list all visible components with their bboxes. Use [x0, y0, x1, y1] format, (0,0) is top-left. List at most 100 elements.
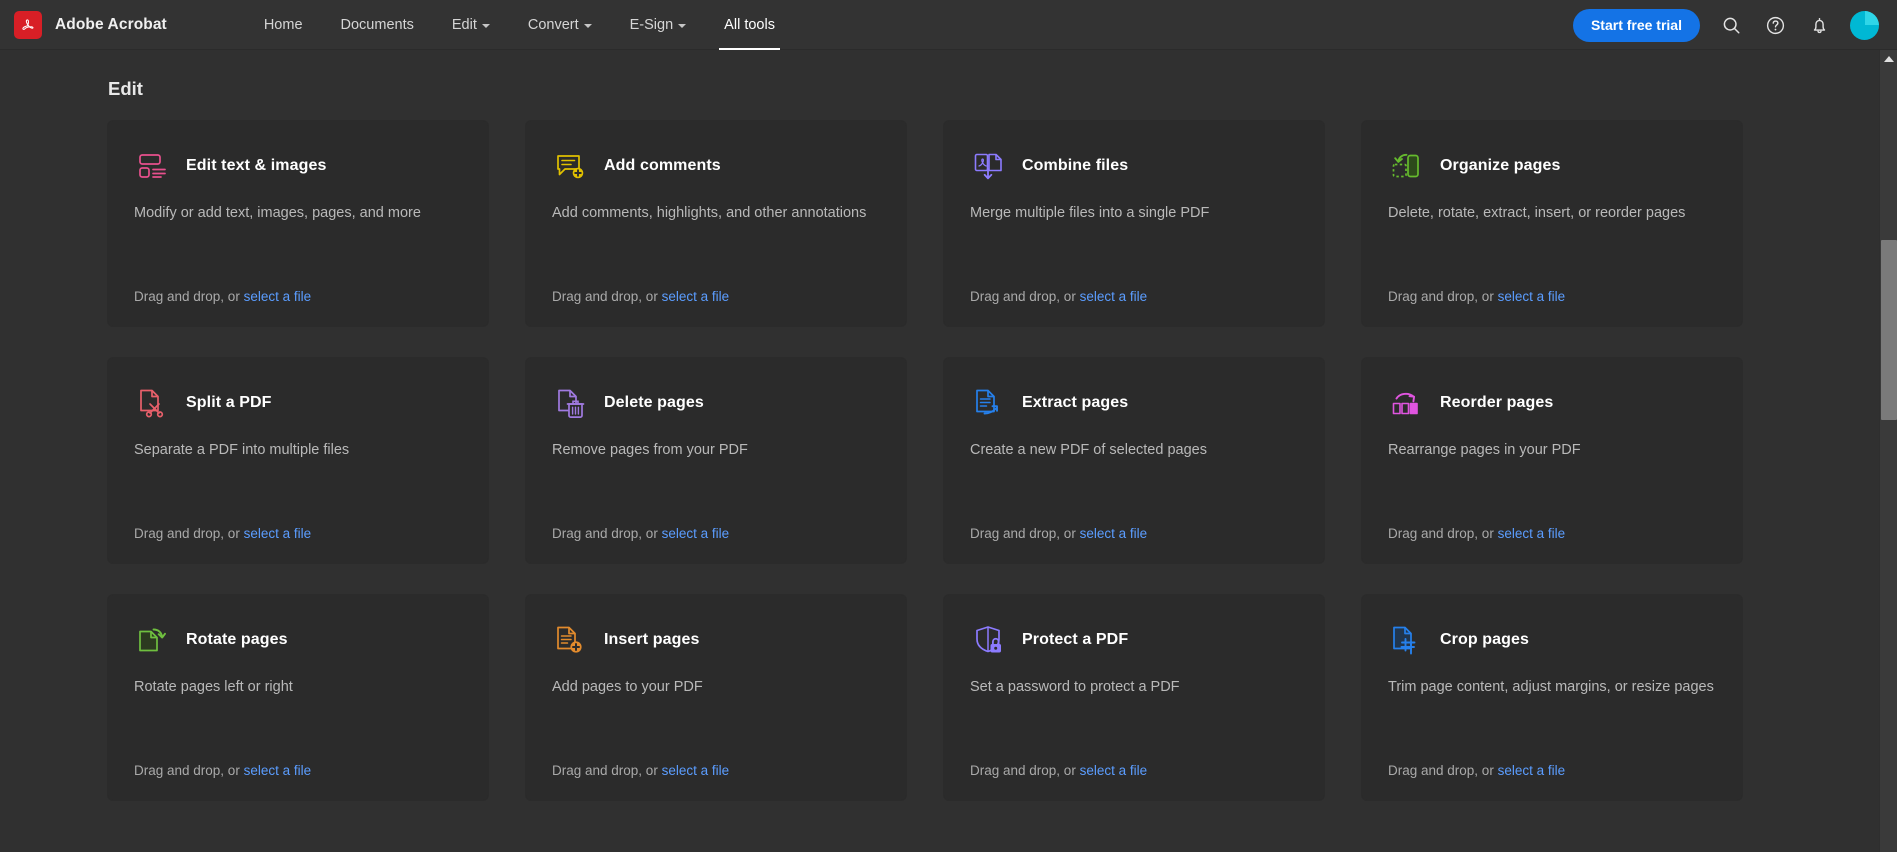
nav-tab-esign[interactable]: E-Sign	[611, 0, 706, 50]
brand-name: Adobe Acrobat	[55, 15, 167, 33]
card-description: Rearrange pages in your PDF	[1388, 442, 1581, 458]
select-a-file-link[interactable]: select a file	[662, 763, 730, 778]
insert-pages-icon	[552, 621, 590, 659]
tool-card-organize-pages[interactable]: Organize pages Delete, rotate, extract, …	[1361, 120, 1743, 327]
card-dropzone-text: Drag and drop, or select a file	[134, 289, 462, 304]
drop-prefix: Drag and drop, or	[1388, 763, 1498, 778]
card-title: Delete pages	[604, 394, 704, 411]
card-description: Rotate pages left or right	[134, 679, 293, 695]
card-title: Insert pages	[604, 631, 700, 648]
delete-pages-icon	[552, 384, 590, 422]
card-description: Add pages to your PDF	[552, 679, 703, 695]
tool-card-edit-text-images[interactable]: Edit text & images Modify or add text, i…	[107, 120, 489, 327]
select-a-file-link[interactable]: select a file	[662, 526, 730, 541]
select-a-file-link[interactable]: select a file	[662, 289, 730, 304]
select-a-file-link[interactable]: select a file	[1498, 526, 1566, 541]
nav-tab-all-tools-label: All tools	[724, 16, 775, 33]
drop-prefix: Drag and drop, or	[1388, 526, 1498, 541]
user-avatar[interactable]	[1850, 10, 1879, 40]
card-title: Combine files	[1022, 157, 1129, 174]
nav-tab-esign-label: E-Sign	[629, 16, 674, 33]
tool-card-delete-pages[interactable]: Delete pages Remove pages from your PDF …	[525, 357, 907, 564]
top-bar-actions: Start free trial	[1572, 0, 1879, 50]
select-a-file-link[interactable]: select a file	[1080, 289, 1148, 304]
select-a-file-link[interactable]: select a file	[1080, 526, 1148, 541]
drop-prefix: Drag and drop, or	[552, 289, 662, 304]
drop-prefix: Drag and drop, or	[134, 763, 244, 778]
drop-prefix: Drag and drop, or	[970, 526, 1080, 541]
adobe-acrobat-logo-icon	[14, 10, 42, 39]
nav-tab-convert-label: Convert	[527, 16, 579, 33]
tool-card-reorder-pages[interactable]: Reorder pages Rearrange pages in your PD…	[1361, 357, 1743, 564]
drop-prefix: Drag and drop, or	[1388, 289, 1498, 304]
split-pdf-icon	[134, 384, 172, 422]
scrollbar-thumb[interactable]	[1881, 240, 1897, 420]
search-icon[interactable]	[1718, 12, 1744, 38]
card-title: Reorder pages	[1440, 394, 1554, 411]
tool-card-combine-files[interactable]: Combine files Merge multiple files into …	[943, 120, 1325, 327]
drop-prefix: Drag and drop, or	[970, 289, 1080, 304]
card-title: Split a PDF	[186, 394, 272, 411]
tool-card-protect-a-pdf[interactable]: Protect a PDF Set a password to protect …	[943, 594, 1325, 801]
card-header: Rotate pages	[134, 621, 462, 659]
select-a-file-link[interactable]: select a file	[244, 526, 312, 541]
crop-pages-icon	[1388, 621, 1426, 659]
card-header: Combine files	[970, 147, 1298, 185]
drop-prefix: Drag and drop, or	[970, 763, 1080, 778]
card-title: Protect a PDF	[1022, 631, 1129, 648]
card-dropzone-text: Drag and drop, or select a file	[1388, 289, 1716, 304]
organize-pages-icon	[1388, 147, 1426, 185]
main-nav-tabs: Home Documents Edit Convert E-Sign All t…	[245, 0, 794, 50]
vertical-scrollbar[interactable]	[1879, 50, 1897, 852]
scroll-up-arrow[interactable]	[1880, 50, 1897, 67]
chevron-down-icon	[583, 23, 592, 28]
scrollbar-track-upper[interactable]	[1880, 67, 1897, 240]
card-header: Reorder pages	[1388, 384, 1716, 422]
card-title: Edit text & images	[186, 157, 327, 174]
card-header: Organize pages	[1388, 147, 1716, 185]
bell-icon[interactable]	[1806, 12, 1832, 38]
select-a-file-link[interactable]: select a file	[1498, 763, 1566, 778]
nav-tab-home[interactable]: Home	[245, 0, 322, 50]
tool-card-rotate-pages[interactable]: Rotate pages Rotate pages left or right …	[107, 594, 489, 801]
card-title: Crop pages	[1440, 631, 1530, 648]
nav-tab-all-tools[interactable]: All tools	[705, 0, 794, 50]
card-title: Organize pages	[1440, 157, 1561, 174]
tool-card-extract-pages[interactable]: Extract pages Create a new PDF of select…	[943, 357, 1325, 564]
card-dropzone-text: Drag and drop, or select a file	[970, 289, 1298, 304]
select-a-file-link[interactable]: select a file	[1080, 763, 1148, 778]
select-a-file-link[interactable]: select a file	[244, 289, 312, 304]
select-a-file-link[interactable]: select a file	[244, 763, 312, 778]
brand[interactable]: Adobe Acrobat	[14, 10, 167, 39]
drop-prefix: Drag and drop, or	[552, 526, 662, 541]
nav-tab-edit[interactable]: Edit	[433, 0, 509, 50]
start-free-trial-button[interactable]: Start free trial	[1572, 8, 1700, 42]
card-dropzone-text: Drag and drop, or select a file	[552, 526, 880, 541]
select-a-file-link[interactable]: select a file	[1498, 289, 1566, 304]
tool-card-insert-pages[interactable]: Insert pages Add pages to your PDF Drag …	[525, 594, 907, 801]
card-header: Insert pages	[552, 621, 880, 659]
card-description: Remove pages from your PDF	[552, 442, 748, 458]
add-comments-icon	[552, 147, 590, 185]
card-header: Edit text & images	[134, 147, 462, 185]
nav-tab-convert[interactable]: Convert	[509, 0, 611, 50]
help-circle-icon[interactable]	[1762, 12, 1788, 38]
tool-card-crop-pages[interactable]: Crop pages Trim page content, adjust mar…	[1361, 594, 1743, 801]
card-header: Protect a PDF	[970, 621, 1298, 659]
card-dropzone-text: Drag and drop, or select a file	[134, 526, 462, 541]
card-dropzone-text: Drag and drop, or select a file	[970, 763, 1298, 778]
card-dropzone-text: Drag and drop, or select a file	[970, 526, 1298, 541]
reorder-pages-icon	[1388, 384, 1426, 422]
card-header: Split a PDF	[134, 384, 462, 422]
tool-card-split-a-pdf[interactable]: Split a PDF Separate a PDF into multiple…	[107, 357, 489, 564]
nav-tab-documents[interactable]: Documents	[322, 0, 433, 50]
card-description: Create a new PDF of selected pages	[970, 442, 1207, 458]
drop-prefix: Drag and drop, or	[552, 763, 662, 778]
card-dropzone-text: Drag and drop, or select a file	[552, 763, 880, 778]
protect-pdf-icon	[970, 621, 1008, 659]
card-header: Extract pages	[970, 384, 1298, 422]
tool-card-add-comments[interactable]: Add comments Add comments, highlights, a…	[525, 120, 907, 327]
card-title: Rotate pages	[186, 631, 288, 648]
rotate-pages-icon	[134, 621, 172, 659]
tools-grid: Edit text & images Modify or add text, i…	[107, 120, 1879, 801]
